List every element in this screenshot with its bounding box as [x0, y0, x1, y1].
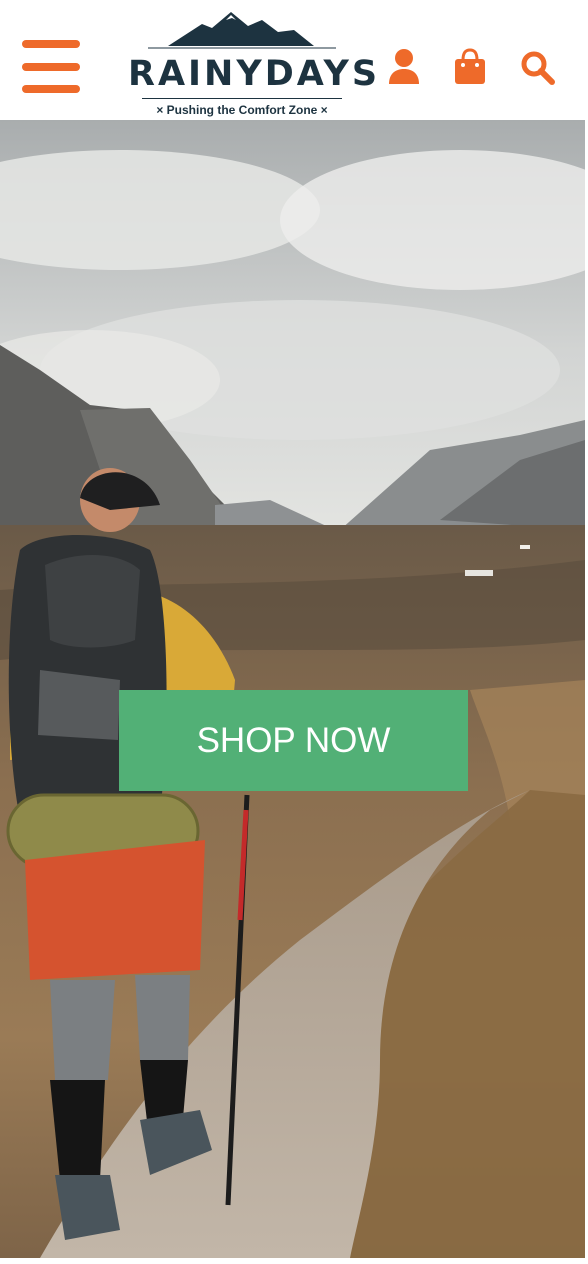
hiker-landscape-image — [0, 120, 585, 1258]
brand-tagline: × Pushing the Comfort Zone × — [156, 103, 328, 117]
hero-banner: SHOP NOW — [0, 120, 585, 1258]
site-header: RAINYDAYS × Pushing the Comfort Zone × — [0, 0, 588, 120]
search-icon[interactable] — [520, 50, 556, 91]
mountain-logo-icon — [148, 12, 336, 49]
brand-name: RAINYDAYS — [128, 54, 381, 94]
brand-logo[interactable]: RAINYDAYS × Pushing the Comfort Zone × — [128, 8, 381, 120]
shop-now-button[interactable]: SHOP NOW — [119, 690, 468, 791]
hamburger-menu-icon[interactable] — [22, 40, 80, 94]
menu-bar-bottom — [22, 85, 80, 93]
user-account-icon[interactable] — [388, 48, 420, 91]
menu-bar-top — [22, 40, 80, 48]
logo-divider — [142, 98, 342, 99]
menu-bar-middle — [22, 63, 80, 71]
shopping-bag-icon[interactable] — [454, 48, 486, 91]
